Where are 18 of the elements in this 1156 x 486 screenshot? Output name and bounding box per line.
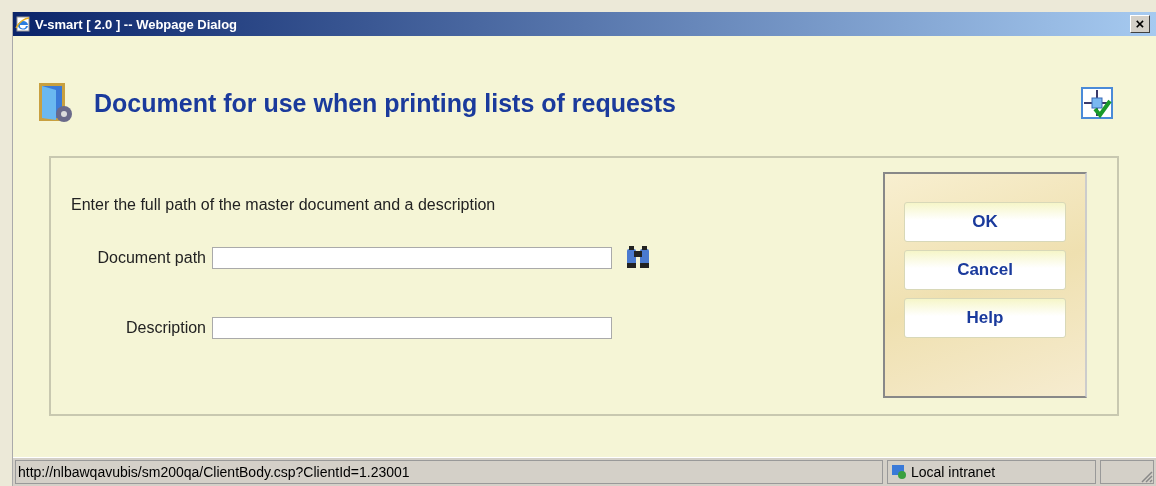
status-url: http://nlbawqavubis/sm200qa/ClientBody.csp?ClientId=1.23001 (15, 460, 883, 484)
input-field[interactable] (212, 317, 612, 339)
close-button[interactable]: × (1130, 15, 1150, 33)
field-label: Description (124, 319, 206, 337)
browser-icon (15, 16, 31, 32)
resize-check-icon[interactable] (1081, 87, 1113, 119)
instruction-text: Enter the full path of the master document and a description (71, 196, 497, 214)
door-gear-icon (38, 82, 74, 124)
resize-grip-icon[interactable] (1139, 469, 1153, 483)
dialog-button[interactable]: Cancel (904, 250, 1066, 290)
window-title: V-smart [ 2.0 ] -- Webpage Dialog (35, 16, 239, 32)
field-label: Document path (96, 249, 206, 267)
page-title: Document for use when printing lists of requests (94, 88, 677, 118)
dialog-button[interactable]: OK (904, 202, 1066, 242)
dialog-button[interactable]: Help (904, 298, 1066, 338)
input-field[interactable] (212, 247, 612, 269)
zone-label: Local intranet (911, 464, 996, 480)
binoculars-icon[interactable] (624, 246, 652, 270)
